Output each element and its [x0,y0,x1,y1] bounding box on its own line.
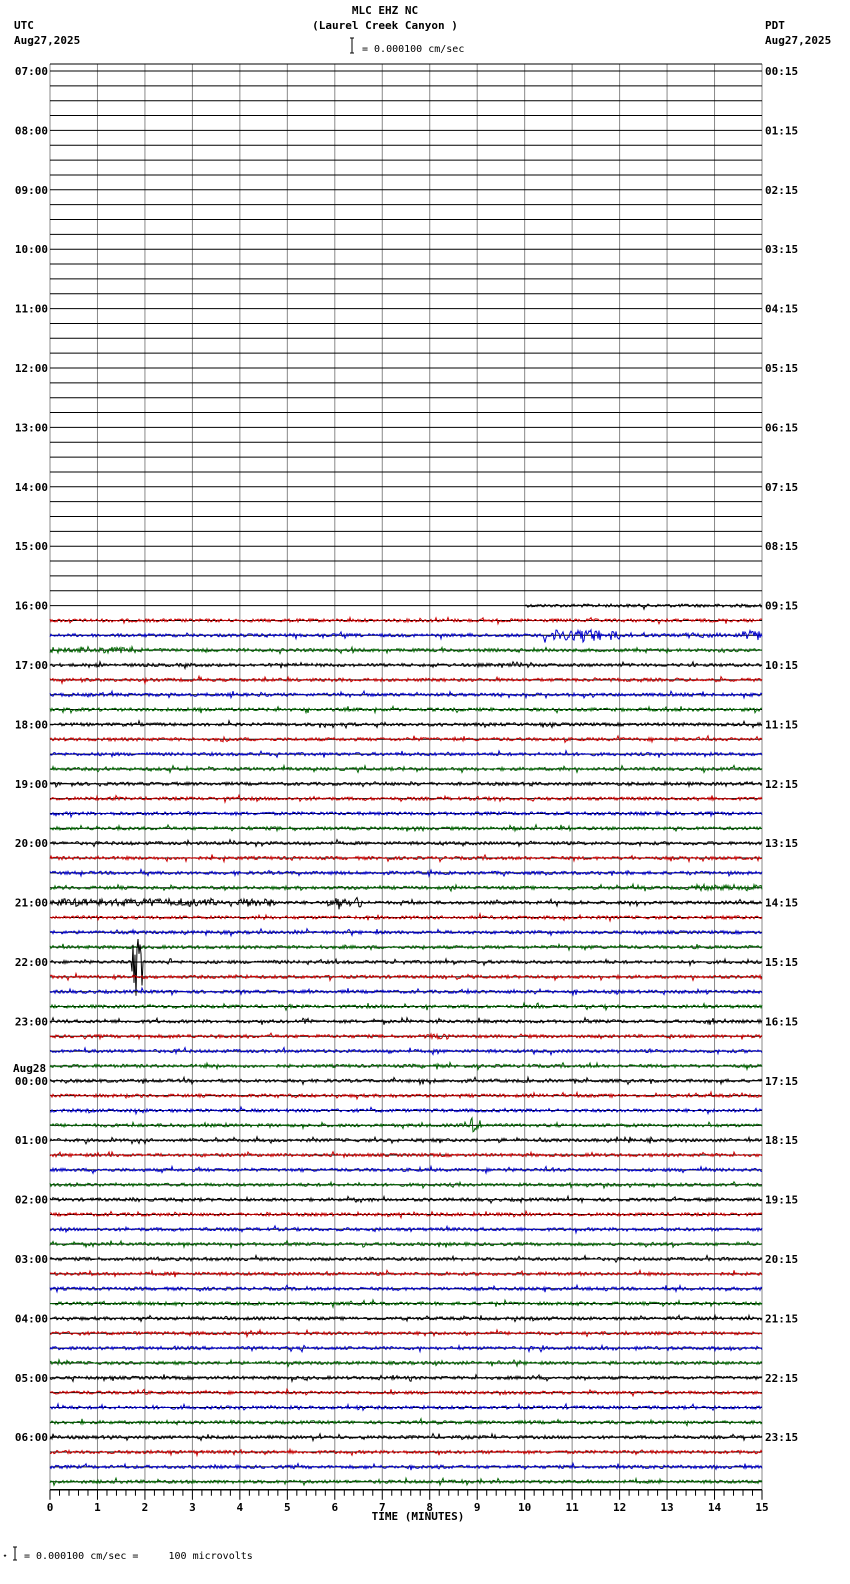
seismic-trace [525,604,762,609]
pdt-hour-label: 00:15 [765,65,798,78]
x-tick-label: 11 [566,1501,580,1514]
seismic-trace [50,1270,762,1277]
scale-label: = 0.000100 cm/sec [362,44,464,55]
seismic-trace [50,736,762,743]
x-tick-label: 6 [331,1501,338,1514]
pdt-hour-label: 04:15 [765,303,798,316]
seismic-trace [50,1167,762,1174]
chart-subtitle: (Laurel Creek Canyon ) [312,19,458,32]
seismic-trace [50,1450,762,1456]
seismic-trace [50,1330,762,1337]
utc-hour-label: 02:00 [15,1194,48,1207]
utc-hour-label: 11:00 [15,303,48,316]
x-tick-label: 0 [47,1501,54,1514]
utc-hour-label: 18:00 [15,718,48,731]
right-timezone: PDT [765,19,785,32]
utc-hour-label: 19:00 [15,778,48,791]
pdt-hour-label: 05:15 [765,362,798,375]
x-tick-label: 15 [755,1501,768,1514]
x-tick-label: 2 [142,1501,149,1514]
pdt-hour-label: 20:15 [765,1253,798,1266]
left-timezone: UTC [14,19,34,32]
seismogram-chart: MLC EHZ NC (Laurel Creek Canyon ) UTC Au… [0,0,850,1584]
x-tick-label: 3 [189,1501,196,1514]
utc-hour-label: 00:00 [15,1075,48,1088]
utc-hour-label: 13:00 [15,421,48,434]
seismic-trace [50,1182,762,1188]
scale-bar-icon [350,38,354,53]
pdt-hour-label: 08:15 [765,540,798,553]
seismic-trace [50,1033,762,1039]
x-tick-label: 1 [94,1501,101,1514]
pdt-hour-label: 21:15 [765,1312,798,1325]
utc-hour-label: 10:00 [15,243,48,256]
seismic-trace [50,630,762,643]
utc-hour-label: 14:00 [15,481,48,494]
seismic-trace [50,1048,762,1055]
utc-hour-label: 21:00 [15,897,48,910]
traces [50,604,762,1485]
footer-scale-note: = 0.000100 cm/sec = 100 microvolts [24,1551,253,1562]
utc-hour-label: 01:00 [15,1134,48,1147]
utc-hour-label: 09:00 [15,184,48,197]
seismic-trace [50,1152,762,1157]
x-tick-label: 5 [284,1501,291,1514]
pdt-hour-label: 23:15 [765,1431,798,1444]
utc-hour-label: 12:00 [15,362,48,375]
x-tick-label: 9 [474,1501,481,1514]
x-tick-label: 12 [613,1501,626,1514]
utc-hour-label: 05:00 [15,1372,48,1385]
utc-hour-label: 06:00 [15,1431,48,1444]
seismic-trace [50,691,762,698]
pdt-hour-label: 01:15 [765,124,798,137]
x-tick-label: 13 [660,1501,673,1514]
chart-title: MLC EHZ NC [352,4,418,17]
utc-hour-label: 22:00 [15,956,48,969]
utc-hour-label: 16:00 [15,600,48,613]
utc-hour-label: 08:00 [15,124,48,137]
pdt-hour-label: 19:15 [765,1194,798,1207]
seismic-trace [50,765,762,772]
pdt-hour-label: 07:15 [765,481,798,494]
left-date: Aug27,2025 [14,34,80,47]
date-change-label: Aug28 [13,1062,46,1075]
grid [50,64,762,1490]
utc-hour-label: 17:00 [15,659,48,672]
pdt-hour-label: 06:15 [765,421,798,434]
pdt-hour-label: 16:15 [765,1015,798,1028]
seismic-trace [50,782,762,787]
pdt-hour-label: 14:15 [765,897,798,910]
footer-mark: ⋆ [2,1551,8,1562]
pdt-hour-label: 02:15 [765,184,798,197]
x-tick-label: 14 [708,1501,722,1514]
pdt-hour-label: 09:15 [765,600,798,613]
pdt-hour-label: 17:15 [765,1075,798,1088]
utc-hour-label: 03:00 [15,1253,48,1266]
x-tick-label: 10 [518,1501,531,1514]
pdt-hour-label: 10:15 [765,659,798,672]
utc-hour-label: 20:00 [15,837,48,850]
utc-hour-label: 07:00 [15,65,48,78]
utc-hour-label: 04:00 [15,1312,48,1325]
x-tick-label: 4 [237,1501,244,1514]
x-axis-label: TIME (MINUTES) [372,1510,465,1523]
pdt-hour-label: 18:15 [765,1134,798,1147]
seismic-trace [50,855,762,862]
utc-hour-label: 23:00 [15,1015,48,1028]
footer-scale-bar-icon [13,1547,17,1560]
right-date: Aug27,2025 [765,34,831,47]
pdt-hour-label: 22:15 [765,1372,798,1385]
seismic-trace [50,751,762,758]
pdt-hour-label: 03:15 [765,243,798,256]
pdt-hour-label: 15:15 [765,956,798,969]
seismic-trace [50,898,762,910]
pdt-hour-label: 11:15 [765,718,798,731]
utc-hour-label: 15:00 [15,540,48,553]
pdt-hour-label: 13:15 [765,837,798,850]
pdt-hour-label: 12:15 [765,778,798,791]
